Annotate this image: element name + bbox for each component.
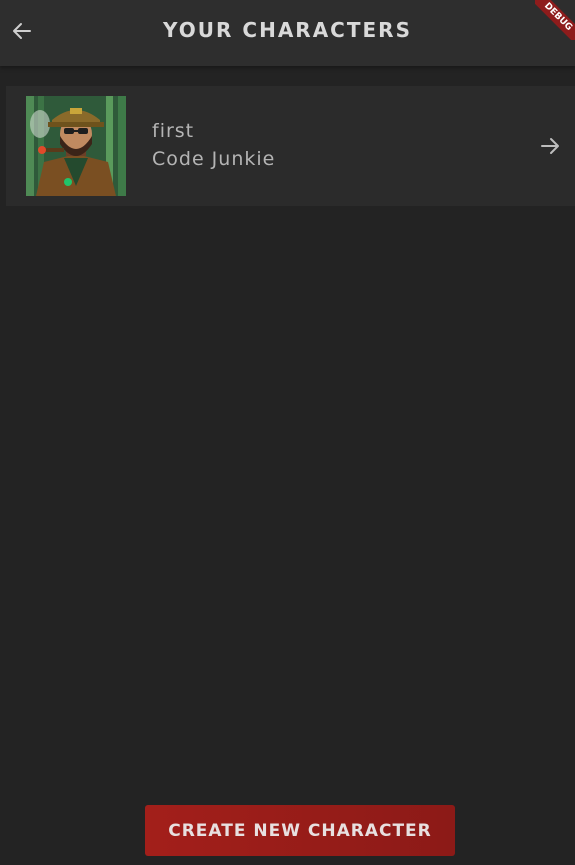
open-character-button[interactable] <box>535 131 565 161</box>
character-name: first <box>152 120 195 142</box>
create-character-button[interactable]: CREATE NEW CHARACTER <box>145 805 455 856</box>
app-root: YOUR CHARACTERS DEBUG first Code Junkie … <box>0 0 575 865</box>
character-class: Code Junkie <box>152 148 276 170</box>
arrow-right-icon <box>541 138 559 154</box>
app-bar: YOUR CHARACTERS DEBUG <box>0 0 575 66</box>
character-avatar <box>26 96 126 196</box>
character-card[interactable]: first Code Junkie <box>6 86 575 206</box>
page-title: YOUR CHARACTERS <box>163 18 412 42</box>
